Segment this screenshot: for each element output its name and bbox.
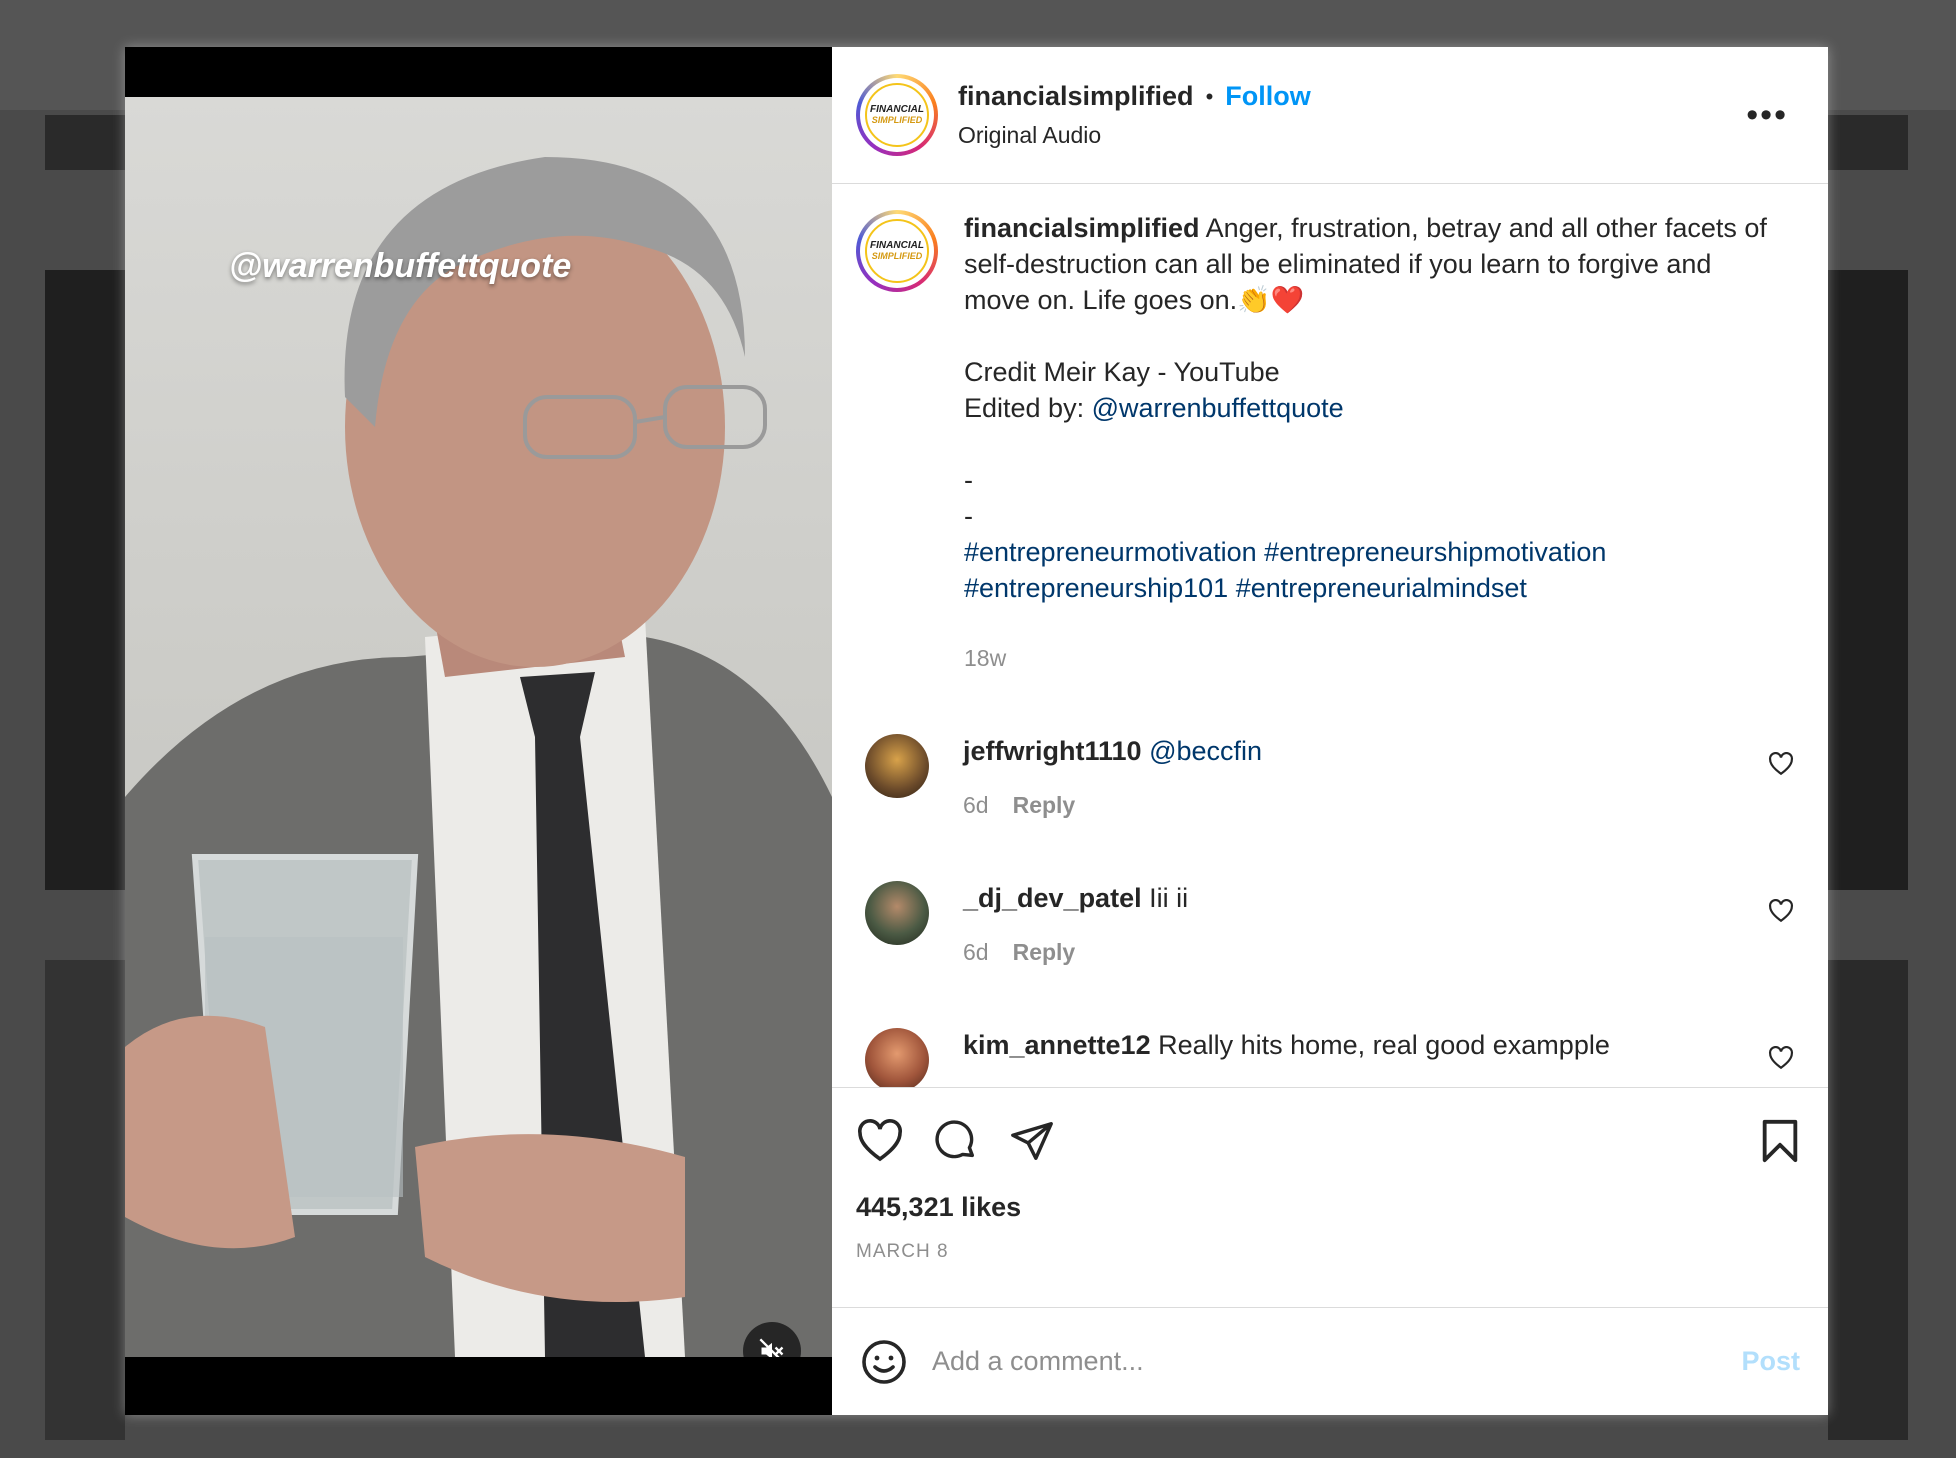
author-avatar[interactable]: FINANCIAL SIMPLIFIED (856, 74, 938, 156)
background-tile (45, 270, 125, 890)
like-comment-button[interactable] (1768, 751, 1794, 781)
more-options-button[interactable]: ••• (1746, 98, 1788, 132)
post-comment-button[interactable]: Post (1741, 1346, 1800, 1377)
emoji-smiley-icon[interactable] (860, 1338, 908, 1386)
likes-count[interactable]: 445,321 likes (856, 1192, 1804, 1223)
like-comment-button[interactable] (1768, 1045, 1794, 1075)
caption-timestamp[interactable]: 18w (964, 640, 1784, 676)
caption-credit: Credit Meir Kay - YouTube (964, 357, 1280, 387)
financial-simplified-logo: FINANCIAL SIMPLIFIED (865, 219, 929, 283)
caption-dash: - (964, 465, 973, 495)
commenter-avatar[interactable] (865, 881, 929, 945)
save-button[interactable] (1760, 1118, 1800, 1169)
video-frame[interactable]: @warrenbuffettquote (125, 97, 832, 1357)
share-paper-plane-icon[interactable] (1008, 1118, 1056, 1164)
logo-text-bottom: SIMPLIFIED (871, 115, 923, 125)
commenter-avatar[interactable] (865, 734, 929, 798)
background-tile (45, 115, 125, 170)
author-username[interactable]: financialsimplified (958, 81, 1194, 112)
post-date[interactable]: MARCH 8 (856, 1241, 1804, 1263)
caption-hashtags[interactable]: #entrepreneurship101 #entrepreneurialmin… (964, 570, 1784, 606)
comment-item: _dj_dev_patel Iii ii 6d Reply (856, 881, 1804, 966)
post-modal: @warrenbuffettquote FINANCIAL SIMPLIFIED (125, 47, 1828, 1415)
comments-section[interactable]: FINANCIAL SIMPLIFIED financialsimplified… (832, 184, 1828, 1088)
comment-input[interactable] (932, 1346, 1742, 1377)
video-watermark: @warrenbuffettquote (229, 247, 572, 285)
caption-username[interactable]: financialsimplified (964, 213, 1200, 243)
audio-label[interactable]: Original Audio (958, 122, 1311, 149)
comment-username[interactable]: jeffwright1110 (963, 736, 1142, 766)
caption-edited-prefix: Edited by: (964, 393, 1092, 423)
financial-simplified-logo: FINANCIAL SIMPLIFIED (865, 83, 929, 147)
follow-button[interactable]: Follow (1225, 81, 1310, 112)
comment-time[interactable]: 6d (963, 792, 989, 818)
comment-bubble-icon[interactable] (932, 1118, 980, 1164)
commenter-avatar[interactable] (865, 1028, 929, 1087)
like-heart-icon[interactable] (856, 1118, 904, 1164)
caption-hashtags[interactable]: #entrepreneurmotivation #entrepreneurshi… (964, 534, 1784, 570)
post-header: FINANCIAL SIMPLIFIED financialsimplified… (832, 47, 1828, 184)
caption-avatar[interactable]: FINANCIAL SIMPLIFIED (856, 210, 938, 292)
comment-username[interactable]: _dj_dev_patel (963, 883, 1142, 913)
muted-speaker-icon (759, 1338, 784, 1357)
caption-edited-handle[interactable]: @warrenbuffettquote (1092, 393, 1344, 423)
comment-text: Iii ii (1141, 883, 1189, 913)
like-comment-button[interactable] (1768, 898, 1794, 928)
add-comment-bar: Post (832, 1308, 1828, 1415)
caption-dash: - (964, 501, 973, 531)
bookmark-icon (1762, 1119, 1798, 1163)
background-tile (1828, 270, 1908, 890)
reply-button[interactable]: Reply (1013, 939, 1076, 965)
post-panel: FINANCIAL SIMPLIFIED financialsimplified… (832, 47, 1828, 1415)
heart-outline-icon (1769, 1045, 1793, 1070)
reply-button[interactable]: Reply (1013, 792, 1076, 818)
post-media[interactable]: @warrenbuffettquote (125, 47, 832, 1415)
logo-text-top: FINANCIAL (870, 240, 924, 251)
heart-outline-icon (1769, 751, 1793, 776)
background-tile (45, 960, 125, 1440)
separator-dot: • (1205, 83, 1214, 109)
comment-username[interactable]: kim_annette12 (963, 1030, 1151, 1060)
heart-outline-icon (1769, 898, 1793, 923)
comment-item: kim_annette12 Really hits home, real goo… (856, 1028, 1804, 1087)
logo-text-bottom: SIMPLIFIED (871, 251, 923, 261)
background-tile (1828, 115, 1908, 170)
post-caption: FINANCIAL SIMPLIFIED financialsimplified… (856, 210, 1804, 676)
logo-text-top: FINANCIAL (870, 104, 924, 115)
background-tile (1828, 960, 1908, 1440)
video-still-illustration (125, 157, 832, 1357)
comment-time[interactable]: 6d (963, 939, 989, 965)
comment-mention[interactable]: @beccfin (1149, 736, 1262, 766)
comment-text: Really hits home, real good exampple (1150, 1030, 1610, 1060)
comment-item: jeffwright1110 @beccfin 6d Reply (856, 734, 1804, 819)
post-actions: 445,321 likes MARCH 8 (832, 1088, 1828, 1308)
